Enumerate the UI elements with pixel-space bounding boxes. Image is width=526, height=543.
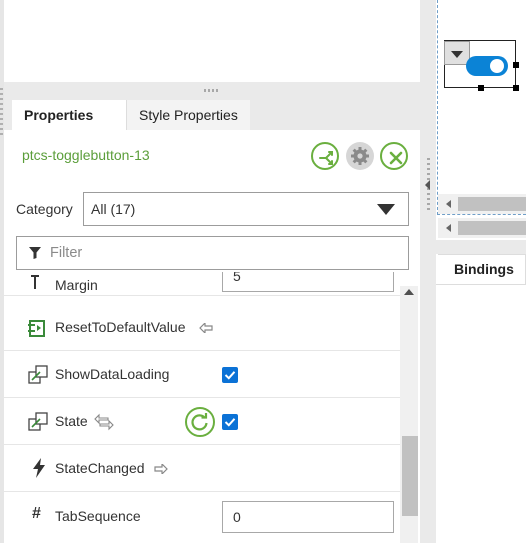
left-resize-grip-icon[interactable]	[0, 88, 3, 136]
settings-button[interactable]	[346, 142, 374, 170]
filter-placeholder: Filter	[50, 245, 83, 261]
margin-input[interactable]: 5	[222, 272, 394, 292]
arrow-right-icon	[154, 464, 168, 474]
scrollbar-thumb[interactable]	[458, 221, 526, 235]
splitter-grip-icon[interactable]	[204, 89, 220, 92]
property-list: Margin 5 ResetToDefaultValue ShowDataLoa…	[4, 272, 400, 543]
share-button[interactable]	[311, 142, 339, 170]
arrow-left-icon	[199, 323, 213, 333]
filter-icon	[29, 247, 41, 259]
property-row-showdataloading: ShowDataLoading	[4, 351, 400, 398]
widget-name: ptcs-togglebutton-13	[22, 147, 150, 163]
property-label: ShowDataLoading	[55, 366, 170, 382]
category-selected-value: All (17)	[91, 201, 136, 217]
resize-handle[interactable]	[478, 85, 484, 91]
property-row-tabsequence: # TabSequence 0	[4, 492, 400, 539]
showdataloading-checkbox[interactable]	[222, 367, 238, 383]
property-label: ResetToDefaultValue	[55, 319, 186, 335]
resize-handle[interactable]	[513, 85, 519, 91]
toggle-knob	[490, 59, 504, 73]
tab-bindings-label: Bindings	[454, 261, 514, 277]
scrollbar-thumb[interactable]	[458, 197, 526, 211]
scroll-up-arrow-icon[interactable]	[404, 289, 414, 295]
property-row-statechanged[interactable]: StateChanged	[4, 445, 400, 492]
scroll-left-arrow-icon[interactable]	[446, 224, 451, 232]
checkmark-icon	[224, 418, 236, 427]
hash-icon: #	[32, 505, 41, 522]
tab-style-properties[interactable]: Style Properties	[126, 100, 250, 130]
margin-icon	[31, 275, 39, 289]
panel-divider[interactable]	[420, 0, 436, 543]
divider	[436, 284, 526, 285]
property-row-resettodefaultvalue[interactable]: ResetToDefaultValue	[4, 304, 400, 351]
bidirectional-arrows-icon	[94, 413, 114, 431]
close-icon	[389, 151, 403, 165]
event-icon	[33, 458, 45, 478]
property-row-margin: Margin 5	[4, 272, 400, 296]
share-icon	[319, 151, 333, 165]
property-label: StateChanged	[55, 460, 145, 476]
service-icon	[28, 320, 45, 337]
category-label: Category	[16, 201, 73, 217]
collapse-left-arrow-icon[interactable]	[425, 180, 430, 190]
triangle-down-icon	[451, 51, 463, 58]
tabsequence-input[interactable]: 0	[222, 501, 394, 533]
reset-state-button[interactable]	[185, 407, 215, 437]
property-label: State	[55, 413, 88, 429]
upper-pane	[4, 0, 420, 82]
refresh-icon	[191, 413, 208, 431]
property-label: Margin	[55, 277, 98, 293]
design-canvas[interactable]	[437, 0, 526, 215]
resize-handle[interactable]	[513, 62, 519, 68]
bindable-icon	[28, 365, 48, 384]
scrollbar-thumb[interactable]	[402, 436, 418, 516]
close-button[interactable]	[380, 142, 408, 170]
panel-gap	[436, 240, 526, 254]
tab-properties[interactable]: Properties	[12, 100, 126, 130]
chevron-down-icon[interactable]	[377, 204, 395, 215]
checkmark-icon	[224, 371, 236, 380]
property-label: TabSequence	[55, 508, 141, 524]
property-row-state: State	[4, 398, 400, 445]
scroll-left-arrow-icon[interactable]	[446, 200, 451, 208]
state-checkbox[interactable]	[222, 414, 238, 430]
gear-icon	[351, 147, 369, 165]
bindable-icon	[28, 412, 48, 431]
